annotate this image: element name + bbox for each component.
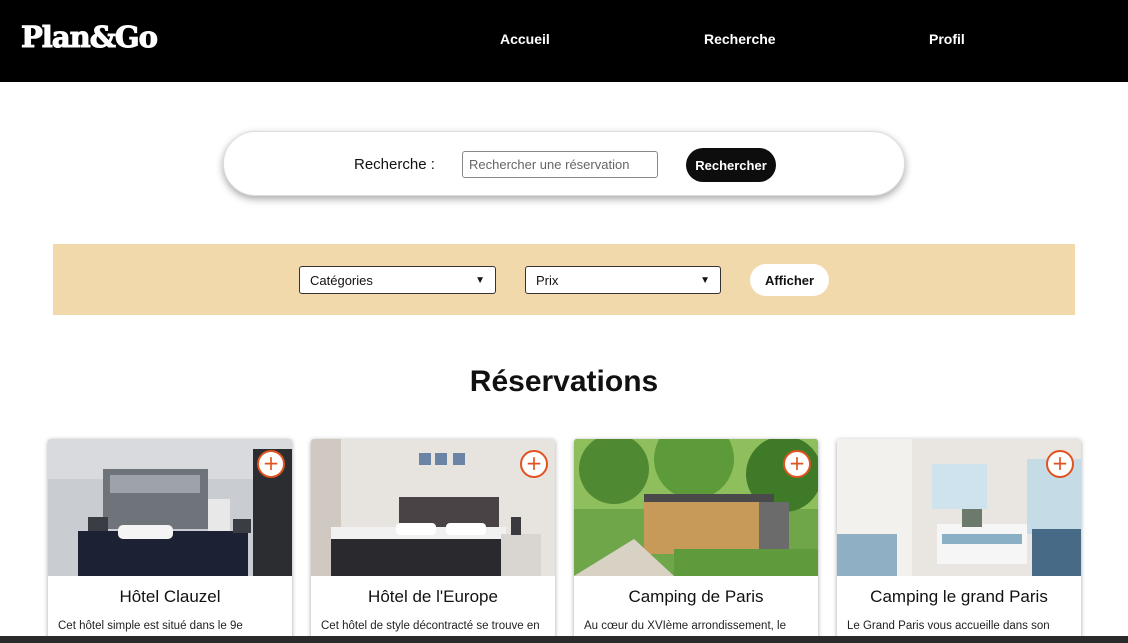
- top-navigation-bar: Plan&Go Accueil Recherche Profil: [0, 0, 1128, 82]
- prix-select-value: Prix: [536, 272, 559, 288]
- card-title: Camping de Paris: [628, 587, 764, 606]
- search-button[interactable]: Rechercher: [686, 148, 776, 182]
- section-title: Réservations: [469, 365, 659, 398]
- nav-recherche[interactable]: Recherche: [704, 31, 776, 47]
- nav-accueil[interactable]: Accueil: [500, 31, 550, 47]
- card-title: Camping le grand Paris: [870, 587, 1048, 606]
- search-panel: Recherche : Rechercher: [223, 131, 905, 196]
- search-label: Recherche :: [354, 156, 435, 173]
- card-image-hotel-room: +: [311, 439, 555, 576]
- nav-profil[interactable]: Profil: [929, 31, 965, 47]
- logo[interactable]: Plan&Go: [21, 20, 159, 55]
- add-button[interactable]: +: [520, 450, 548, 478]
- reservation-card[interactable]: + Hôtel Clauzel Cet hôtel simple est sit…: [48, 439, 292, 643]
- categories-select-value: Catégories: [310, 272, 373, 288]
- prix-select[interactable]: Prix ▼: [525, 266, 721, 294]
- add-button[interactable]: +: [1046, 450, 1074, 478]
- chevron-down-icon: ▼: [475, 274, 485, 286]
- bottom-strip: [0, 636, 1128, 643]
- reservation-card[interactable]: + Camping le grand Paris Le Grand Paris …: [837, 439, 1081, 643]
- afficher-button[interactable]: Afficher: [750, 264, 829, 296]
- card-image-mobile-home: +: [837, 439, 1081, 576]
- add-button[interactable]: +: [783, 450, 811, 478]
- categories-select[interactable]: Catégories ▼: [299, 266, 496, 294]
- card-title: Hôtel de l'Europe: [368, 587, 498, 606]
- card-title: Hôtel Clauzel: [119, 587, 221, 606]
- chevron-down-icon: ▼: [700, 274, 710, 286]
- card-image-hotel-room: +: [48, 439, 292, 576]
- search-input[interactable]: [462, 151, 658, 178]
- card-image-camping: +: [574, 439, 818, 576]
- add-button[interactable]: +: [257, 450, 285, 478]
- reservation-card[interactable]: + Camping de Paris Au cœur du XVIème arr…: [574, 439, 818, 643]
- reservation-card[interactable]: + Hôtel de l'Europe Cet hôtel de style d…: [311, 439, 555, 643]
- filter-bar: Catégories ▼ Prix ▼ Afficher: [53, 244, 1075, 315]
